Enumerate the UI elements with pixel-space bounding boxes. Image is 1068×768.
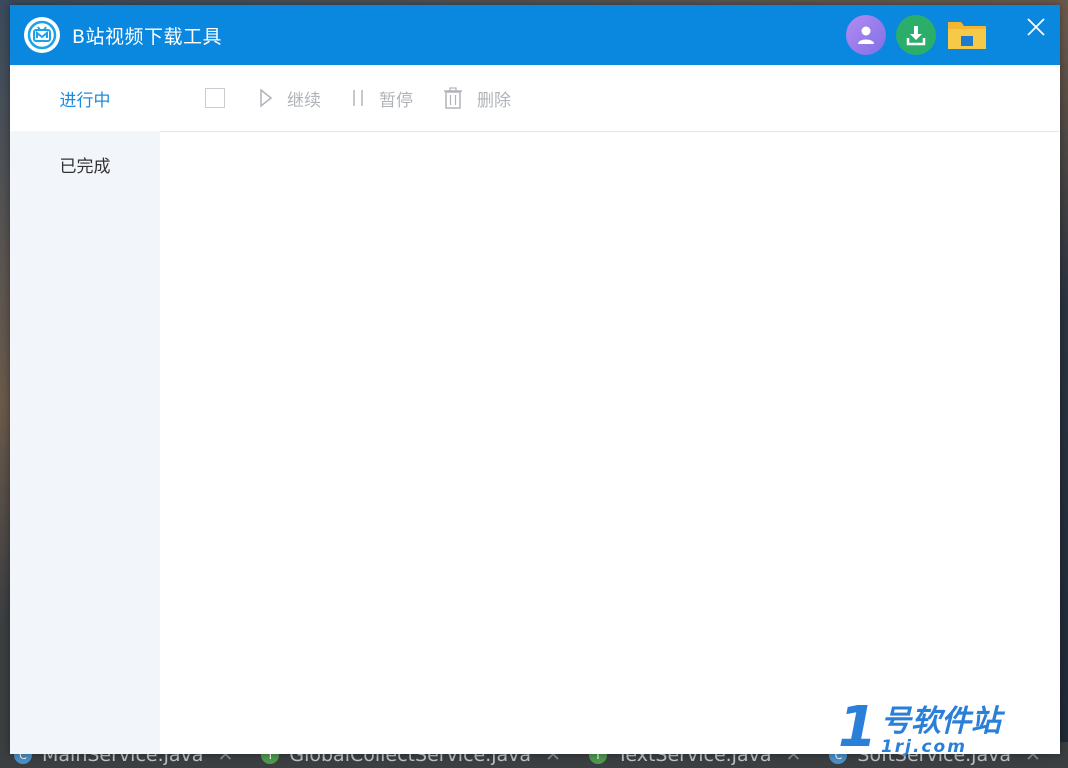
select-all-checkbox[interactable] — [205, 88, 225, 108]
toolbar: 继续 暂停 删除 — [160, 65, 1060, 132]
sidebar: 进行中 已完成 — [10, 65, 160, 754]
close-button[interactable] — [1024, 15, 1048, 39]
app-logo-icon — [24, 17, 60, 53]
pause-icon — [353, 90, 363, 106]
download-list — [160, 132, 1060, 754]
delete-button[interactable]: 删除 — [443, 86, 511, 111]
close-icon — [1027, 18, 1045, 36]
background-editor — [0, 620, 10, 742]
app-window: B站视频下载工具 进行中 已完成 继续 暂停 删除 — [10, 5, 1060, 754]
watermark-url: 1rj.com — [880, 737, 967, 757]
pause-label: 暂停 — [379, 90, 413, 111]
play-icon — [260, 88, 273, 108]
download-icon[interactable] — [896, 15, 936, 55]
sidebar-item-completed[interactable]: 已完成 — [10, 131, 160, 197]
watermark-name: 号软件站 — [880, 704, 1001, 739]
trash-icon — [444, 87, 462, 109]
delete-label: 删除 — [477, 90, 511, 111]
pause-button[interactable]: 暂停 — [351, 86, 413, 111]
watermark-number: 1 — [838, 695, 877, 760]
folder-icon[interactable] — [946, 17, 988, 51]
sidebar-item-in-progress[interactable]: 进行中 — [10, 65, 160, 131]
continue-label: 继续 — [287, 90, 321, 111]
title-bar[interactable]: B站视频下载工具 — [10, 5, 1060, 65]
user-icon[interactable] — [846, 15, 886, 55]
continue-button[interactable]: 继续 — [259, 86, 321, 111]
watermark-logo: 1 号软件站 1rj.com — [838, 695, 1001, 760]
app-title: B站视频下载工具 — [72, 26, 223, 48]
watermark-text: 号软件站 1rj.com — [880, 704, 1001, 757]
